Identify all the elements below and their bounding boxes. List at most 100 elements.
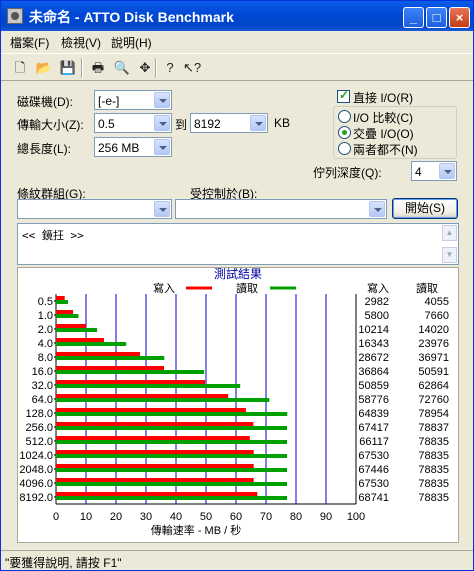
toolbar-separator	[155, 58, 157, 78]
category-label-1024.0: 1024.0	[19, 450, 53, 462]
scroll-down-icon[interactable]: ▼	[442, 247, 457, 263]
help-icon[interactable]: ?	[161, 59, 179, 77]
results-panel: 測試結果 寫入 讀取 寫入 讀取 0 10 20 30 40 50 60 70 80 90 100 傳輸速率 -…	[17, 267, 459, 543]
write-value-128.0: 64839	[358, 408, 389, 420]
minimize-button[interactable]: _	[403, 7, 424, 28]
category-label-256.0: 256.0	[25, 422, 53, 434]
drive-select[interactable]: [-e-]	[94, 90, 172, 110]
close-button[interactable]: ×	[449, 7, 470, 28]
save-icon[interactable]: 💾	[59, 59, 77, 77]
read-bar-8192.0	[56, 496, 287, 500]
read-bar-128.0	[56, 412, 288, 416]
transfer-from-select[interactable]: 0.5	[94, 113, 172, 133]
new-icon[interactable]: 🗋	[11, 59, 29, 77]
category-label-4.0: 4.0	[38, 338, 53, 350]
move-icon[interactable]: ✥	[136, 59, 154, 77]
menu-bar: 檔案(F) 檢視(V) 說明(H)	[1, 31, 473, 51]
chevron-down-icon[interactable]	[369, 201, 385, 217]
total-length-select[interactable]: 256 MB	[94, 137, 172, 157]
chevron-down-icon[interactable]	[154, 115, 170, 131]
chevron-down-icon[interactable]	[154, 139, 170, 155]
menu-help[interactable]: 說明(H)	[111, 34, 152, 51]
drive-label: 磁碟機(D):	[17, 95, 73, 109]
write-bar-512.0	[56, 436, 250, 440]
total-length-value: 256 MB	[98, 141, 140, 155]
category-label-32.0: 32.0	[32, 380, 53, 392]
read-bar-2048.0	[56, 468, 287, 472]
write-value-16.0: 36864	[358, 366, 389, 378]
write-bar-0.5	[56, 296, 65, 300]
io-compare-radio[interactable]	[338, 110, 351, 123]
chevron-down-icon[interactable]	[439, 163, 455, 179]
read-bar-0.5	[56, 300, 68, 304]
read-bar-512.0	[56, 440, 287, 444]
queue-depth-value: 4	[415, 165, 422, 179]
write-value-1024.0: 67530	[358, 450, 389, 462]
write-bar-16.0	[56, 366, 164, 370]
print-icon[interactable]: 🖶	[89, 59, 107, 77]
open-icon[interactable]: 📂	[35, 59, 53, 77]
read-value-16.0: 50591	[418, 366, 449, 378]
category-label-512.0: 512.0	[25, 436, 53, 448]
chevron-down-icon[interactable]	[154, 92, 170, 108]
x-tick-label-80: 80	[290, 511, 302, 523]
total-length-label: 總長度(L):	[17, 142, 72, 156]
log-textarea[interactable]: << 鏡抂 >> ▲ ▼	[17, 223, 459, 265]
menu-view[interactable]: 檢視(V)	[61, 34, 101, 51]
print-preview-icon[interactable]: 🔍	[113, 59, 131, 77]
transfer-size-label: 傳輸大小(Z):	[17, 118, 84, 132]
write-value-2048.0: 67446	[358, 464, 389, 476]
write-bar-128.0	[56, 408, 246, 412]
x-tick-label-90: 90	[320, 511, 332, 523]
start-button[interactable]: 開始(S)	[392, 198, 458, 219]
category-label-2048.0: 2048.0	[19, 464, 53, 476]
read-value-1024.0: 78835	[418, 450, 449, 462]
maximize-button[interactable]: □	[426, 7, 447, 28]
read-value-32.0: 62864	[418, 380, 449, 392]
write-value-64.0: 58776	[358, 394, 389, 406]
title-bar[interactable]: 未命名 - ATTO Disk Benchmark _ □ ×	[1, 1, 473, 31]
write-bar-4.0	[56, 338, 104, 342]
overlapped-io-radio[interactable]	[338, 126, 351, 139]
legend-write-label: 寫入	[153, 281, 175, 295]
menu-file[interactable]: 檔案(F)	[10, 34, 49, 51]
read-value-512.0: 78835	[418, 436, 449, 448]
write-value-2.0: 10214	[358, 324, 389, 336]
chart-title: 測試結果	[214, 268, 262, 281]
read-bar-1024.0	[56, 454, 287, 458]
io-compare-label: I/O 比較(C)	[353, 111, 413, 125]
write-value-32.0: 50859	[358, 380, 389, 392]
transfer-from-value: 0.5	[98, 117, 115, 131]
pattern-group-select[interactable]	[17, 199, 172, 219]
legend-read-label: 讀取	[236, 281, 258, 295]
x-tick-label-70: 70	[260, 511, 272, 523]
read-bar-256.0	[56, 426, 287, 430]
read-bar-2.0	[56, 328, 98, 332]
write-value-8.0: 28672	[358, 352, 389, 364]
category-label-8192.0: 8192.0	[19, 492, 53, 504]
kb-label: KB	[274, 116, 291, 130]
read-value-64.0: 72760	[418, 394, 449, 406]
context-help-icon[interactable]: ↖?	[183, 59, 201, 77]
toolbar: 🗋 📂 💾 🖶 🔍 ✥ ? ↖?	[1, 53, 473, 81]
queue-depth-select[interactable]: 4	[411, 161, 457, 181]
read-value-2048.0: 78835	[418, 464, 449, 476]
chevron-down-icon[interactable]	[154, 201, 170, 217]
app-icon[interactable]	[7, 8, 23, 24]
write-bar-32.0	[56, 380, 206, 384]
x-tick-label-40: 40	[170, 511, 182, 523]
neither-radio[interactable]	[338, 142, 351, 155]
log-text: << 鏡抂 >>	[22, 229, 84, 242]
write-value-4.0: 16343	[358, 338, 389, 350]
controlled-by-select[interactable]	[175, 199, 387, 219]
chevron-down-icon[interactable]	[250, 115, 266, 131]
transfer-to-select[interactable]: 8192	[190, 113, 268, 133]
chart-background	[18, 268, 458, 542]
column-header-read: 讀取	[416, 281, 438, 295]
neither-label: 兩者都不(N)	[353, 143, 418, 157]
scroll-up-icon[interactable]: ▲	[442, 225, 457, 241]
x-tick-label-50: 50	[200, 511, 212, 523]
direct-io-checkbox[interactable]	[337, 88, 350, 103]
drive-value: [-e-]	[98, 94, 120, 108]
x-tick-label-10: 10	[80, 511, 92, 523]
